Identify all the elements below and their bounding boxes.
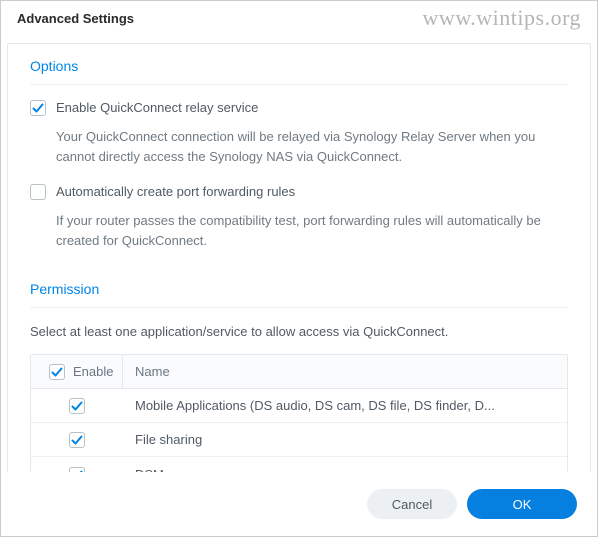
auto-port-help: If your router passes the compatibility … [56, 211, 568, 251]
column-enable-label: Enable [73, 364, 113, 379]
row-name: File sharing [123, 432, 567, 447]
row-name: Mobile Applications (DS audio, DS cam, D… [123, 398, 567, 413]
column-name: Name [123, 355, 567, 388]
column-name-label: Name [135, 364, 170, 379]
table-header: Enable Name [31, 355, 567, 389]
header-enable-checkbox[interactable] [49, 364, 65, 380]
row-enable-checkbox[interactable] [69, 432, 85, 448]
table-row[interactable]: Mobile Applications (DS audio, DS cam, D… [31, 389, 567, 423]
enable-relay-label: Enable QuickConnect relay service [56, 99, 258, 117]
checkmark-icon [71, 434, 83, 446]
permission-header: Permission [30, 267, 568, 308]
enable-relay-checkbox[interactable] [30, 100, 46, 116]
ok-button[interactable]: OK [467, 489, 577, 519]
window-title: Advanced Settings [17, 11, 134, 26]
window-titlebar: Advanced Settings [1, 1, 597, 37]
auto-port-row: Automatically create port forwarding rul… [30, 183, 568, 201]
options-header: Options [30, 44, 568, 85]
auto-port-label: Automatically create port forwarding rul… [56, 183, 295, 201]
permission-description: Select at least one application/service … [30, 322, 568, 342]
dialog-footer: Cancel OK [1, 472, 597, 536]
cancel-button[interactable]: Cancel [367, 489, 457, 519]
column-enable: Enable [31, 355, 123, 388]
checkmark-icon [71, 400, 83, 412]
checkmark-icon [32, 102, 44, 114]
checkmark-icon [51, 366, 63, 378]
auto-port-checkbox[interactable] [30, 184, 46, 200]
dialog-content: Options Enable QuickConnect relay servic… [7, 43, 591, 493]
table-row[interactable]: File sharing [31, 423, 567, 457]
enable-relay-row: Enable QuickConnect relay service [30, 99, 568, 117]
row-enable-checkbox[interactable] [69, 398, 85, 414]
enable-relay-help: Your QuickConnect connection will be rel… [56, 127, 568, 167]
